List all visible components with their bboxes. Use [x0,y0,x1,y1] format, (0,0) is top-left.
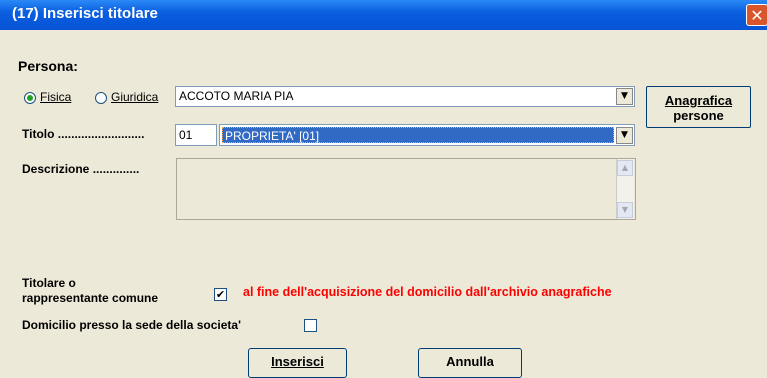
anagrafica-line2: persone [673,108,724,123]
inserisci-label: Inserisci [271,354,324,369]
titolare-label-line2: rappresentante comune [22,291,159,305]
scroll-up-button[interactable]: ▲ [617,160,633,176]
fisica-label-text: Fisica [40,90,72,104]
radio-giuridica-label[interactable]: Giuridica [111,90,158,104]
domicilio-label: Domicilio presso la sede della societa' [22,318,241,332]
inserisci-button[interactable]: Inserisci [248,348,347,378]
titolo-code-field[interactable]: 01 [175,124,217,146]
titolo-label: Titolo .......................... [22,127,145,141]
persona-combo[interactable]: ACCOTO MARIA PIA [175,86,635,107]
chevron-up-icon: ▲ [621,163,629,172]
radio-giuridica[interactable] [95,92,107,104]
titolo-code-value: 01 [179,128,193,142]
anagrafica-persone-button[interactable]: Anagrafica persone [646,86,751,128]
titolare-note: al fine dell'acquisizione del domicilio … [243,285,612,299]
persona-heading: Persona: [18,58,78,74]
anagrafica-line1: Anagrafica [664,93,733,108]
titolo-selected-value: PROPRIETA' [01] [222,127,614,143]
giuridica-label-text: Giuridica [111,90,159,104]
titolare-checkbox[interactable]: ✔ [214,288,227,301]
close-button[interactable]: ✕ [746,4,767,26]
scroll-down-button[interactable]: ▼ [617,202,633,218]
persona-combo-value: ACCOTO MARIA PIA [179,89,294,103]
checkmark-icon: ✔ [215,288,226,301]
descrizione-textarea[interactable] [176,158,636,220]
persona-dropdown-button[interactable]: ▼ [616,88,633,105]
titolo-combo[interactable]: PROPRIETA' [01] [219,124,635,146]
domicilio-checkbox[interactable] [304,319,317,332]
chevron-down-icon: ▼ [621,91,628,101]
close-icon: ✕ [750,6,764,25]
window-title: (17) Inserisci titolare [12,5,158,22]
titolo-dropdown-button[interactable]: ▼ [616,127,633,144]
chevron-down-icon: ▼ [621,205,629,214]
descrizione-label: Descrizione .............. [22,162,140,176]
titolare-label-line1: Titolare o [22,276,76,290]
radio-fisica[interactable] [24,92,36,104]
titolare-label: Titolare o rappresentante comune [22,276,158,306]
chevron-down-icon: ▼ [621,130,628,140]
radio-fisica-label[interactable]: Fisica [40,90,71,104]
annulla-button[interactable]: Annulla [418,348,522,378]
annulla-label: Annulla [446,354,494,369]
